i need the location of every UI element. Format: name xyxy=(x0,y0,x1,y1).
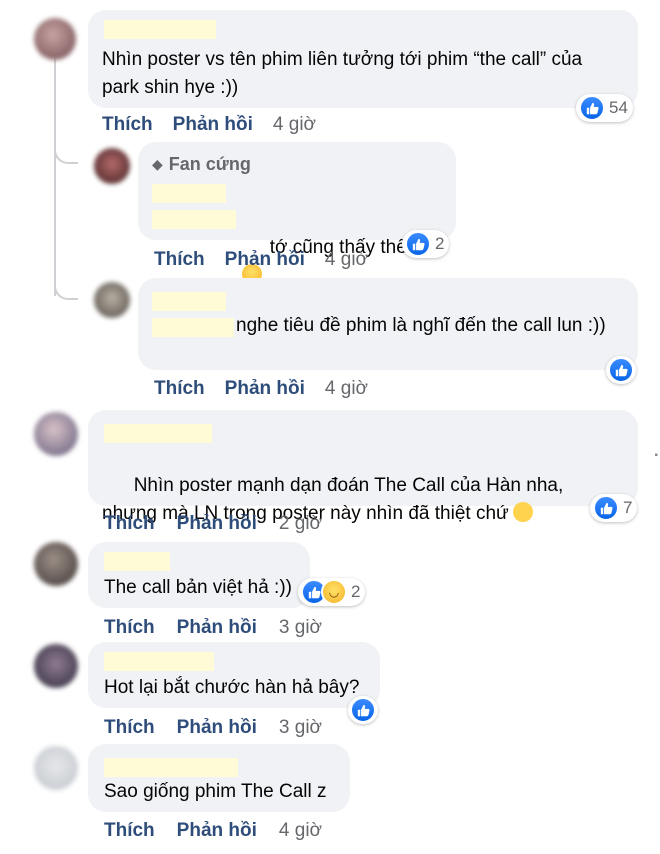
comment-actions: Thích Phản hồi 4 giờ xyxy=(102,114,316,136)
avatar[interactable] xyxy=(34,412,78,456)
author-name-redacted[interactable] xyxy=(104,552,170,571)
like-button[interactable]: Thích xyxy=(104,717,155,739)
timestamp[interactable]: 3 giờ xyxy=(279,717,322,739)
reply-button[interactable]: Phản hồi xyxy=(177,820,257,842)
reply-button[interactable]: Phản hồi xyxy=(225,378,305,400)
avatar[interactable] xyxy=(34,746,78,790)
haha-icon: ◡ xyxy=(321,579,347,605)
timestamp[interactable]: 2 giờ xyxy=(279,513,322,535)
comment-actions: Thích Phản hồi 4 giờ xyxy=(154,378,368,400)
comment-bubble: nghe tiêu đề phim là nghĩ đến the call l… xyxy=(138,278,638,370)
author-name-redacted[interactable] xyxy=(152,184,226,203)
reaction-summary[interactable]: ◡ 2 xyxy=(298,578,366,606)
top-fan-badge[interactable]: ◆ Fan cứng xyxy=(152,154,251,175)
reaction-summary[interactable] xyxy=(348,696,378,724)
reaction-summary[interactable] xyxy=(606,356,636,384)
like-button[interactable]: Thích xyxy=(104,820,155,842)
comment-actions: Thích Phản hồi 3 giờ xyxy=(104,717,322,739)
reply-button[interactable]: Phản hồi xyxy=(173,114,253,136)
comment-bubble: Sao giống phim The Call z xyxy=(88,744,350,812)
like-button[interactable]: Thích xyxy=(154,249,205,271)
reply-button[interactable]: Phản hồi xyxy=(177,717,257,739)
comment-actions: Thích Phản hồi 2 giờ xyxy=(104,513,322,535)
comment-bubble: Nhìn poster vs tên phim liên tưởng tới p… xyxy=(88,10,638,108)
scroll-indicator-icon[interactable]: ▪ xyxy=(654,450,658,461)
comment-bubble: Nhìn poster mạnh dạn đoán The Call của H… xyxy=(88,410,638,524)
comment-text: nghe tiêu đề phim là nghĩ đến the call l… xyxy=(236,315,606,336)
comment-bubble: Hot lại bắt chước hàn hả bây? xyxy=(88,642,380,708)
reaction-summary[interactable]: 7 xyxy=(590,494,638,522)
reaction-count: 2 xyxy=(435,234,445,253)
avatar[interactable] xyxy=(94,148,130,184)
pacman-emoji-icon xyxy=(512,502,533,522)
badge-label: Fan cứng xyxy=(168,154,251,174)
diamond-icon: ◆ xyxy=(152,156,163,172)
comment-text: Nhìn poster vs tên phim liên tưởng tới p… xyxy=(102,49,588,98)
like-button[interactable]: Thích xyxy=(102,114,153,136)
reaction-count: 7 xyxy=(623,498,633,517)
like-icon xyxy=(608,357,634,383)
avatar[interactable] xyxy=(94,282,130,318)
comment-bubble: The call bản việt hả :)) xyxy=(88,542,310,608)
avatar[interactable] xyxy=(34,18,76,60)
timestamp[interactable]: 4 giờ xyxy=(279,820,322,842)
like-button[interactable]: Thích xyxy=(104,617,155,639)
like-icon xyxy=(579,95,605,121)
author-name-redacted[interactable] xyxy=(152,210,236,229)
comment-text: Sao giống phim The Call z xyxy=(104,781,327,802)
thread-connector-curve xyxy=(54,276,78,300)
thread-connector-curve xyxy=(54,140,78,164)
like-icon xyxy=(593,495,619,521)
author-name-redacted[interactable] xyxy=(104,424,212,443)
like-button[interactable]: Thích xyxy=(154,378,205,400)
comment-bubble: ◆ Fan cứng tớ cũng thấy thế nè xyxy=(138,142,456,284)
like-icon xyxy=(350,697,376,723)
avatar[interactable] xyxy=(34,542,78,586)
timestamp[interactable]: 4 giờ xyxy=(325,249,368,271)
reply-button[interactable]: Phản hồi xyxy=(225,249,305,271)
reaction-count: 2 xyxy=(351,582,361,601)
author-name-redacted[interactable] xyxy=(104,758,238,777)
reply-button[interactable]: Phản hồi xyxy=(177,513,257,535)
comment-text: Nhìn poster mạnh dạn đoán The Call của H… xyxy=(102,475,569,524)
like-button[interactable]: Thích xyxy=(104,513,155,535)
like-icon xyxy=(405,231,431,257)
timestamp[interactable]: 3 giờ xyxy=(279,617,322,639)
timestamp[interactable]: 4 giờ xyxy=(325,378,368,400)
thread-connector xyxy=(54,58,56,296)
reaction-summary[interactable]: 2 xyxy=(402,230,450,258)
comment-actions: Thích Phản hồi 4 giờ xyxy=(104,820,322,842)
comment-text: The call bản việt hả :)) xyxy=(104,577,292,598)
avatar[interactable] xyxy=(34,644,78,688)
comment-actions: Thích Phản hồi 3 giờ xyxy=(104,617,322,639)
timestamp[interactable]: 4 giờ xyxy=(273,114,316,136)
author-name-redacted[interactable] xyxy=(104,652,214,671)
reaction-summary[interactable]: 54 xyxy=(576,94,633,122)
author-name-redacted[interactable] xyxy=(152,292,226,311)
comment-actions: Thích Phản hồi 4 giờ xyxy=(154,249,368,271)
reaction-count: 54 xyxy=(609,98,628,117)
reply-button[interactable]: Phản hồi xyxy=(177,617,257,639)
author-name-redacted[interactable] xyxy=(104,20,216,39)
comment-text: Hot lại bắt chước hàn hả bây? xyxy=(104,677,360,698)
